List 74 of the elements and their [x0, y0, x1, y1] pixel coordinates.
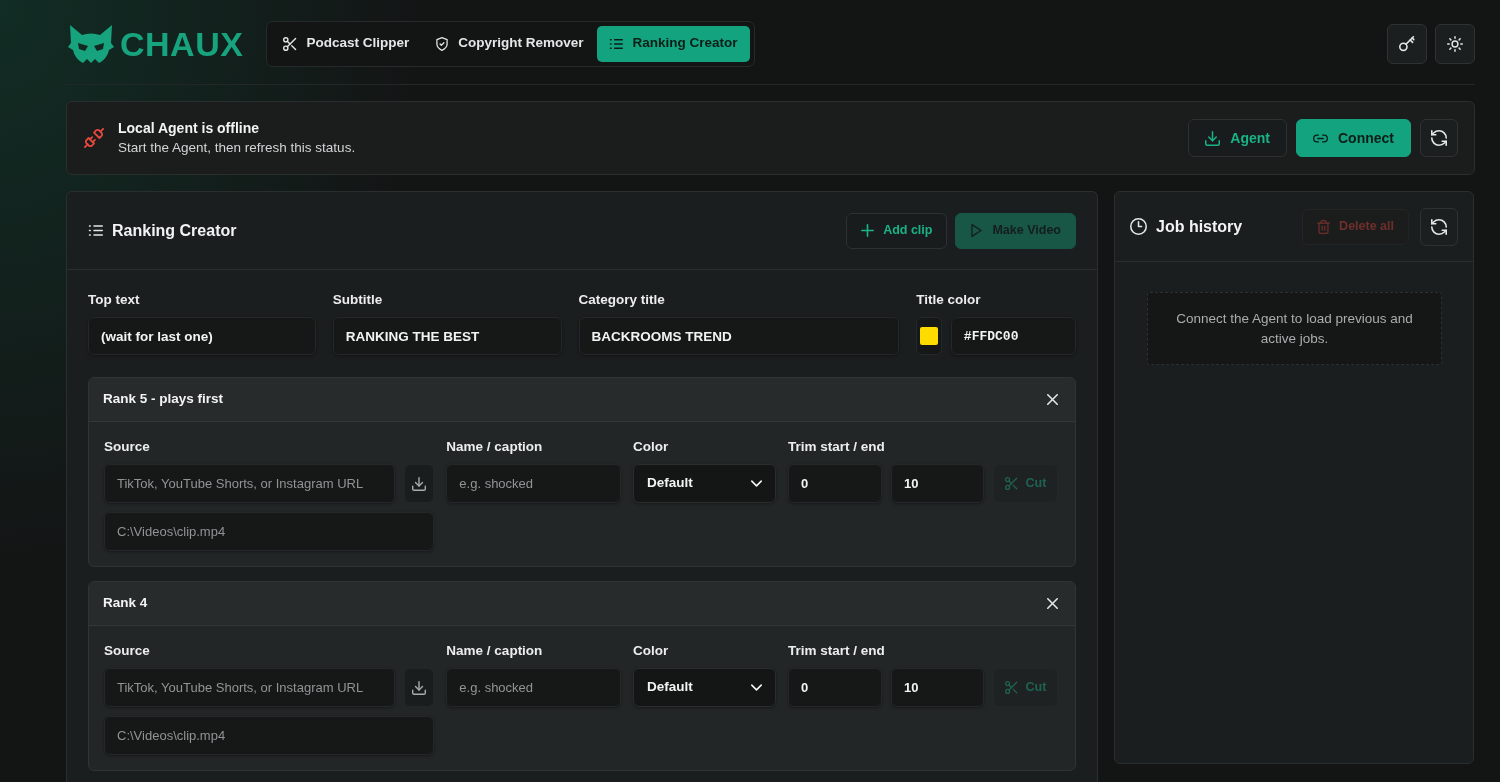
chevron-down-icon	[751, 480, 762, 487]
agent-download-button[interactable]: Agent	[1188, 119, 1287, 157]
empty-state-message: Connect the Agent to load previous and active jobs.	[1147, 292, 1442, 365]
text-field[interactable]: BACKROOMS TREND	[578, 317, 900, 355]
clip-title: Rank 5 - plays first	[103, 390, 224, 409]
field-label: Category title	[578, 291, 666, 309]
field-label: Trim start / end	[788, 642, 886, 660]
color-dropdown[interactable]: Default	[633, 668, 776, 707]
color-picker[interactable]	[916, 317, 942, 355]
field-label: Color	[633, 642, 670, 660]
field-label: Name / caption	[446, 438, 544, 456]
url-field[interactable]: TikTok, YouTube Shorts, or Instagram URL	[104, 464, 396, 503]
list-icon	[609, 36, 624, 51]
scissors-icon	[283, 36, 298, 51]
scissors-icon	[1004, 681, 1018, 694]
file-path-field[interactable]: C:\Videos\clip.mp4	[104, 716, 434, 755]
connect-button[interactable]: Connect	[1296, 119, 1411, 157]
key-icon	[1399, 35, 1415, 52]
trim-end-field[interactable]: 10	[891, 464, 984, 503]
chevron-down-icon	[751, 684, 762, 691]
caption-field[interactable]: e.g. shocked	[446, 668, 621, 707]
field-label: Color	[633, 438, 670, 456]
play-icon	[970, 224, 984, 237]
refresh-icon	[1431, 130, 1447, 146]
trim-end-field[interactable]: 10	[891, 668, 984, 707]
refresh-icon	[1431, 218, 1447, 235]
refresh-button[interactable]	[1420, 207, 1458, 246]
add-clip-button[interactable]: Add clip	[846, 212, 948, 249]
nav-tab[interactable]: Ranking Creator	[597, 25, 750, 62]
panel-title: Job history	[1156, 216, 1243, 237]
color-dropdown[interactable]: Default	[633, 464, 776, 503]
field-label: Source	[104, 438, 151, 456]
trash-icon	[1317, 219, 1331, 234]
text-field[interactable]: RANKING THE BEST	[332, 317, 562, 355]
close-icon	[1047, 394, 1058, 405]
close-button[interactable]	[1047, 394, 1058, 405]
download-button[interactable]	[404, 668, 435, 707]
shield-check-icon	[435, 36, 450, 51]
file-path-field[interactable]: C:\Videos\clip.mp4	[104, 512, 434, 551]
list-icon	[88, 223, 103, 238]
refresh-button[interactable]	[1420, 119, 1458, 157]
download-button[interactable]	[404, 464, 435, 503]
trim-start-field[interactable]: 0	[788, 668, 882, 707]
status-message: Start the Agent, then refresh this status.	[118, 139, 356, 157]
download-icon	[412, 476, 427, 491]
field-label: Top text	[88, 291, 141, 309]
clip-title: Rank 4	[103, 594, 148, 613]
plus-icon	[861, 224, 875, 237]
field-label: Subtitle	[332, 291, 384, 309]
nav-tab[interactable]: Podcast Clipper	[271, 25, 422, 62]
panel-title: Ranking Creator	[112, 220, 237, 241]
brand-name: CHAUX	[120, 26, 244, 61]
field-label: Name / caption	[446, 642, 544, 660]
hex-color-field[interactable]: #FFDC00	[950, 317, 1076, 355]
scissors-icon	[1004, 477, 1018, 490]
field-label: Trim start / end	[788, 438, 886, 456]
close-icon	[1047, 598, 1058, 609]
caption-field[interactable]: e.g. shocked	[446, 464, 621, 503]
nav-tab[interactable]: Copyright Remover	[423, 25, 596, 62]
download-icon	[1205, 130, 1221, 146]
field-label: Source	[104, 642, 151, 660]
trim-start-field[interactable]: 0	[788, 464, 882, 503]
download-icon	[412, 680, 427, 695]
field-label: Title color	[916, 291, 982, 309]
cat-logo-icon	[66, 23, 116, 64]
clock-icon	[1130, 218, 1147, 235]
sun-icon	[1447, 35, 1463, 52]
close-button[interactable]	[1047, 598, 1058, 609]
url-field[interactable]: TikTok, YouTube Shorts, or Instagram URL	[104, 668, 396, 707]
text-field[interactable]: (wait for last one)	[88, 317, 316, 355]
theme-toggle-button[interactable]	[1435, 23, 1475, 64]
color-swatch-icon	[920, 327, 938, 345]
key-button[interactable]	[1387, 23, 1427, 64]
status-title: Local Agent is offline	[118, 119, 261, 138]
